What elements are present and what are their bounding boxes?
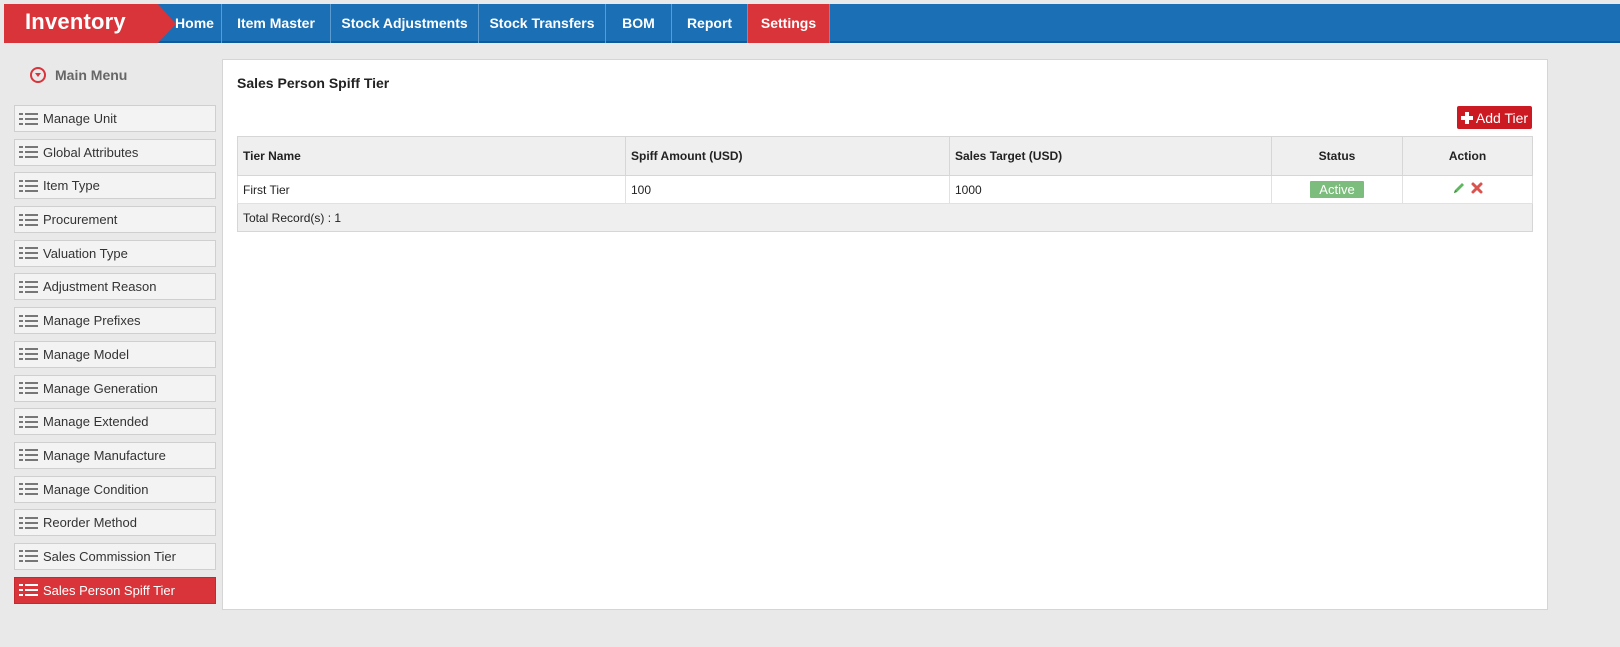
sidebar-item-label: Global Attributes: [43, 144, 139, 160]
sidebar-item-manage-unit[interactable]: Manage Unit: [14, 105, 216, 132]
brand-logo[interactable]: Inventory: [4, 4, 176, 43]
sidebar-item-label: Manage Model: [43, 346, 129, 362]
sidebar-item-label: Manage Unit: [43, 111, 117, 126]
list-icon: [19, 415, 39, 428]
sidebar-item-item-type[interactable]: Item Type: [14, 172, 216, 200]
list-icon: [19, 112, 39, 125]
sidebar-item-label: Adjustment Reason: [43, 279, 157, 295]
sidebar-item-label: Procurement: [43, 212, 118, 228]
sidebar-item-label: Manage Generation: [43, 380, 158, 396]
list-icon: [19, 516, 39, 529]
main-menu-label: Main Menu: [55, 67, 128, 83]
cell-spiff-amount: 100: [625, 175, 950, 204]
list-icon: [19, 348, 39, 361]
cell-tier-name: First Tier: [237, 175, 626, 204]
cell-action: [1402, 175, 1533, 204]
sidebar-item-adjustment-reason[interactable]: Adjustment Reason: [14, 273, 216, 301]
sidebar-item-label: Manage Extended: [43, 414, 149, 430]
list-icon: [19, 280, 39, 293]
page-title: Sales Person Spiff Tier: [237, 75, 390, 91]
content-panel: Sales Person Spiff Tier Add Tier Tier Na…: [222, 59, 1548, 610]
sidebar-item-label: Reorder Method: [43, 515, 137, 531]
main-nav: Home Item Master Stock Adjustments Stock…: [158, 4, 830, 43]
col-action: Action: [1402, 136, 1533, 176]
nav-home[interactable]: Home: [158, 4, 222, 43]
sidebar-item-manage-extended[interactable]: Manage Extended: [14, 408, 216, 436]
col-status[interactable]: Status: [1271, 136, 1403, 176]
edit-pencil-icon[interactable]: [1452, 181, 1466, 195]
cell-sales-target: 1000: [949, 175, 1272, 204]
col-sales-target[interactable]: Sales Target (USD): [949, 136, 1272, 176]
row-actions: [1452, 181, 1484, 195]
status-badge: Active: [1310, 181, 1364, 198]
sidebar-item-manage-generation[interactable]: Manage Generation: [14, 374, 216, 402]
sidebar-item-label: Valuation Type: [43, 245, 128, 261]
nav-item-master[interactable]: Item Master: [222, 4, 331, 43]
add-tier-button[interactable]: Add Tier: [1457, 106, 1532, 129]
list-icon: [19, 483, 39, 496]
sidebar-item-valuation-type[interactable]: Valuation Type: [14, 239, 216, 267]
list-icon: [19, 213, 39, 226]
list-icon: [19, 584, 39, 597]
total-records: Total Record(s) : 1: [237, 203, 1533, 232]
delete-x-icon[interactable]: [1470, 181, 1484, 195]
col-tier-name[interactable]: Tier Name: [237, 136, 626, 176]
sidebar-menu: Manage Unit Global Attributes Item Type …: [14, 105, 216, 604]
nav-stock-transfers[interactable]: Stock Transfers: [479, 4, 606, 43]
nav-settings[interactable]: Settings: [748, 4, 830, 43]
sidebar-item-label: Sales Commission Tier: [43, 548, 176, 564]
sidebar-item-manage-prefixes[interactable]: Manage Prefixes: [14, 307, 216, 335]
sidebar-item-sales-person-spiff-tier[interactable]: Sales Person Spiff Tier: [14, 576, 216, 604]
list-icon: [19, 247, 39, 260]
sidebar: Main Menu Manage Unit Global Attributes …: [14, 60, 216, 610]
sidebar-item-label: Item Type: [43, 178, 100, 194]
sidebar-item-label: Manage Manufacture: [43, 447, 166, 463]
list-icon: [19, 550, 39, 563]
nav-report[interactable]: Report: [672, 4, 748, 43]
sidebar-item-manage-model[interactable]: Manage Model: [14, 340, 216, 368]
chevron-down-circle-icon: [30, 67, 46, 83]
sidebar-item-sales-commission-tier[interactable]: Sales Commission Tier: [14, 542, 216, 570]
list-icon: [19, 314, 39, 327]
cell-status: Active: [1271, 175, 1403, 204]
sidebar-item-label: Sales Person Spiff Tier: [43, 582, 175, 598]
table-footer-row: Total Record(s) : 1: [237, 203, 1533, 232]
sidebar-item-label: Manage Condition: [43, 481, 149, 497]
plus-icon: [1460, 111, 1473, 124]
col-spiff-amount[interactable]: Spiff Amount (USD): [625, 136, 950, 176]
nav-bom[interactable]: BOM: [606, 4, 672, 43]
add-tier-label: Add Tier: [1475, 109, 1529, 126]
nav-stock-adjustments[interactable]: Stock Adjustments: [331, 4, 479, 43]
top-navbar: Inventory Home Item Master Stock Adjustm…: [4, 4, 1620, 43]
list-icon: [19, 382, 39, 394]
list-icon: [19, 146, 39, 159]
list-icon: [19, 179, 39, 192]
main-menu-toggle[interactable]: Main Menu: [14, 60, 216, 90]
brand-title: Inventory: [25, 9, 126, 34]
sidebar-item-manage-condition[interactable]: Manage Condition: [14, 475, 216, 503]
sidebar-item-label: Manage Prefixes: [43, 313, 141, 329]
tier-table: Tier Name Spiff Amount (USD) Sales Targe…: [237, 136, 1533, 232]
table-row: First Tier 100 1000 Active: [237, 175, 1533, 204]
table-header-row: Tier Name Spiff Amount (USD) Sales Targe…: [237, 136, 1533, 176]
sidebar-item-global-attributes[interactable]: Global Attributes: [14, 138, 216, 166]
sidebar-item-procurement[interactable]: Procurement: [14, 206, 216, 234]
list-icon: [19, 449, 39, 462]
sidebar-item-reorder-method[interactable]: Reorder Method: [14, 509, 216, 537]
sidebar-item-manage-manufacture[interactable]: Manage Manufacture: [14, 441, 216, 469]
